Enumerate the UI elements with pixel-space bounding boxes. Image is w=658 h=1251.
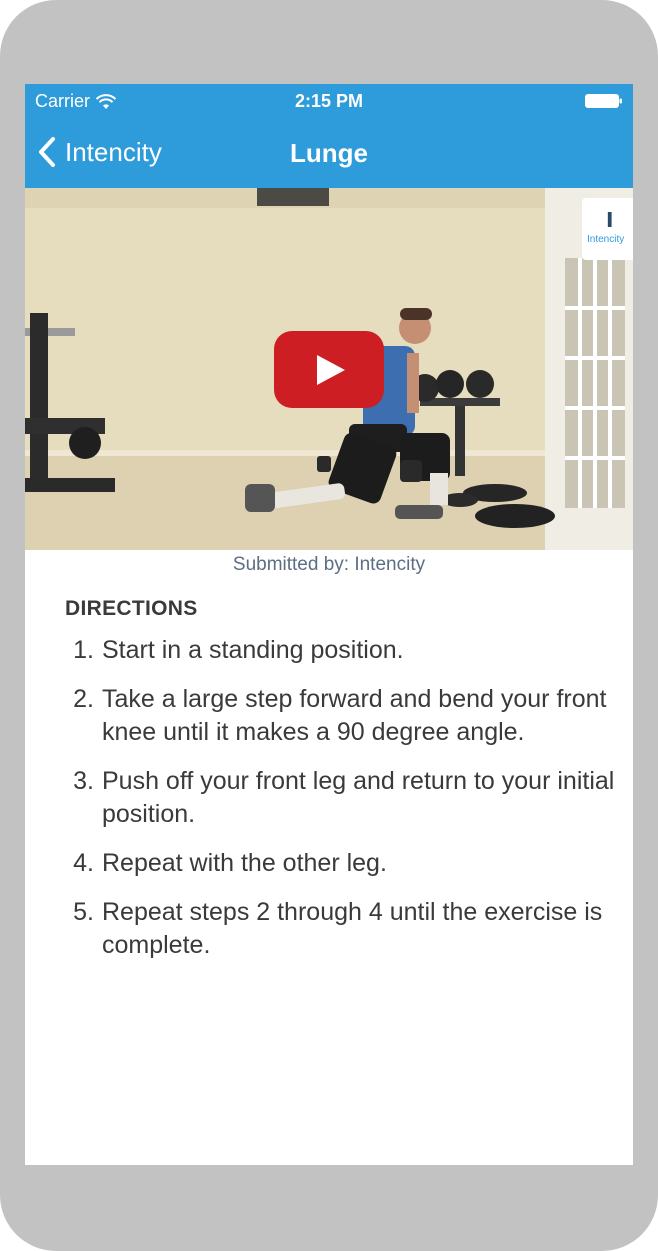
step-text: Start in a standing position. bbox=[102, 636, 404, 664]
step-text: Repeat steps 2 through 4 until the exerc… bbox=[102, 898, 603, 959]
screen: Carrier 2:15 PM Intencity Lunge I Intenc… bbox=[25, 84, 633, 1165]
list-item: 3. Push off your front leg and return to… bbox=[65, 765, 625, 831]
page-title: Lunge bbox=[290, 138, 368, 168]
list-item: 5. Repeat steps 2 through 4 until the ex… bbox=[65, 896, 625, 962]
step-number: 3. bbox=[73, 767, 94, 795]
header: Carrier 2:15 PM Intencity Lunge bbox=[25, 84, 633, 188]
list-item: 1. Start in a standing position. bbox=[65, 634, 625, 667]
dumbbell-icon: I bbox=[606, 208, 614, 232]
watermark-logo: I Intencity bbox=[582, 198, 633, 260]
directions-heading: DIRECTIONS bbox=[65, 597, 198, 620]
step-number: 1. bbox=[73, 636, 94, 664]
video-player[interactable]: I Intencity bbox=[25, 188, 633, 550]
list-item: 2. Take a large step forward and bend yo… bbox=[65, 683, 625, 749]
play-button[interactable] bbox=[274, 331, 384, 408]
step-text: Take a large step forward and bend your … bbox=[102, 685, 607, 746]
status-time: 2:15 PM bbox=[294, 91, 364, 111]
watermark-text: Intencity bbox=[587, 234, 625, 245]
play-icon bbox=[317, 355, 345, 385]
device-frame: Carrier 2:15 PM Intencity Lunge I Intenc… bbox=[0, 0, 658, 1251]
list-item: 4. Repeat with the other leg. bbox=[65, 847, 625, 880]
step-number: 2. bbox=[73, 685, 94, 713]
directions-list: 1. Start in a standing position. 2. Take… bbox=[65, 634, 625, 978]
step-number: 5. bbox=[73, 898, 94, 926]
battery-icon bbox=[585, 94, 622, 108]
step-text: Push off your front leg and return to yo… bbox=[102, 767, 615, 828]
step-text: Repeat with the other leg. bbox=[102, 849, 387, 877]
status-bar: Carrier 2:15 PM bbox=[25, 84, 633, 118]
submitted-by-label: Submitted by: Intencity bbox=[232, 554, 426, 575]
step-number: 4. bbox=[73, 849, 94, 877]
navigation-bar: Intencity Lunge bbox=[25, 118, 633, 188]
